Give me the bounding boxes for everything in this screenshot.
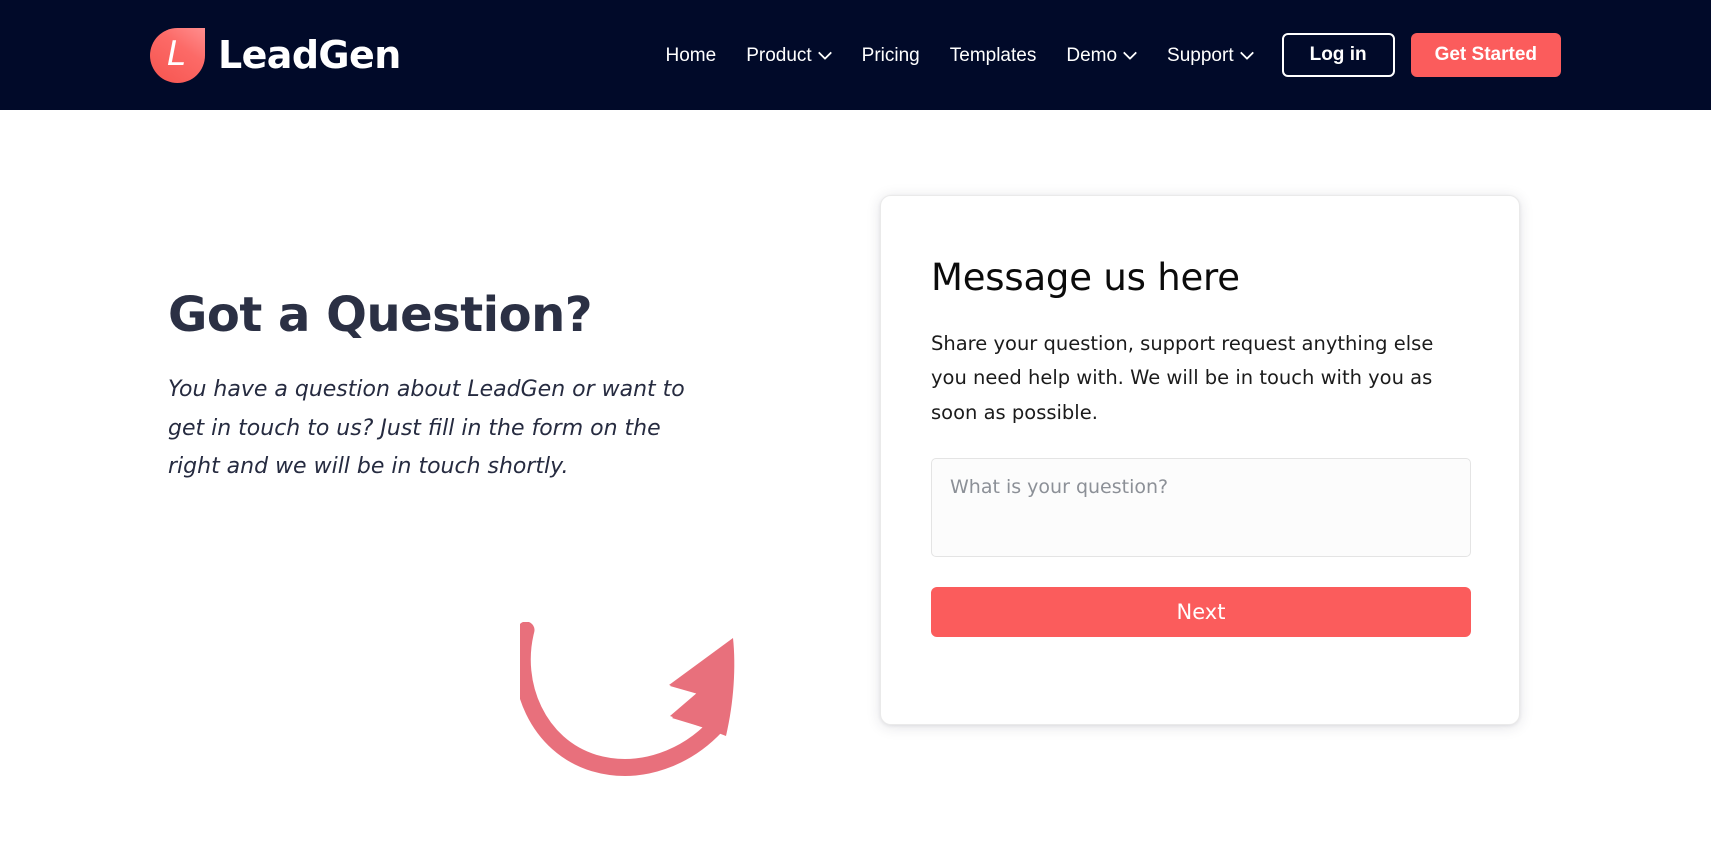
site-header: L LeadGen Home Product Pricing Templates… xyxy=(0,0,1711,110)
curved-arrow-icon xyxy=(513,621,760,782)
contact-form-card: Message us here Share your question, sup… xyxy=(880,195,1520,725)
page-content: Got a Question? You have a question abou… xyxy=(0,110,1711,858)
nav-item-home[interactable]: Home xyxy=(666,46,717,65)
main-navigation: Home Product Pricing Templates Demo Supp… xyxy=(666,46,1254,65)
nav-item-label: Support xyxy=(1167,44,1234,66)
login-button[interactable]: Log in xyxy=(1281,33,1395,77)
brand-name: LeadGen xyxy=(218,33,401,77)
nav-item-support[interactable]: Support xyxy=(1167,46,1254,65)
form-description: Share your question, support request any… xyxy=(931,331,1434,425)
nav-item-label: Templates xyxy=(949,44,1037,66)
chevron-down-icon xyxy=(820,47,832,59)
intro-paragraph: You have a question about LeadGen or wan… xyxy=(168,377,685,480)
next-button[interactable]: Next xyxy=(931,586,1471,637)
nav-item-templates[interactable]: Templates xyxy=(950,46,1037,65)
intro-section: Got a Question? You have a question abou… xyxy=(168,287,728,487)
page-title: Got a Question? xyxy=(168,287,593,343)
nav-item-demo[interactable]: Demo xyxy=(1066,46,1137,65)
header-actions: Log in Get Started xyxy=(1281,33,1561,77)
chevron-down-icon xyxy=(1242,47,1254,59)
nav-item-product[interactable]: Product xyxy=(746,46,831,65)
nav-item-label: Product xyxy=(746,44,812,66)
brand-logo[interactable]: L LeadGen xyxy=(150,27,401,83)
leadgen-droplet-icon: L xyxy=(150,27,205,83)
question-input[interactable] xyxy=(931,457,1471,557)
nav-item-label: Demo xyxy=(1066,44,1118,66)
form-title: Message us here xyxy=(931,256,1240,299)
nav-item-label: Home xyxy=(665,44,717,66)
nav-item-pricing[interactable]: Pricing xyxy=(862,46,920,65)
brand-mark-letter: L xyxy=(167,34,186,74)
nav-item-label: Pricing xyxy=(861,44,920,66)
chevron-down-icon xyxy=(1125,47,1137,59)
get-started-button[interactable]: Get Started xyxy=(1410,33,1561,77)
